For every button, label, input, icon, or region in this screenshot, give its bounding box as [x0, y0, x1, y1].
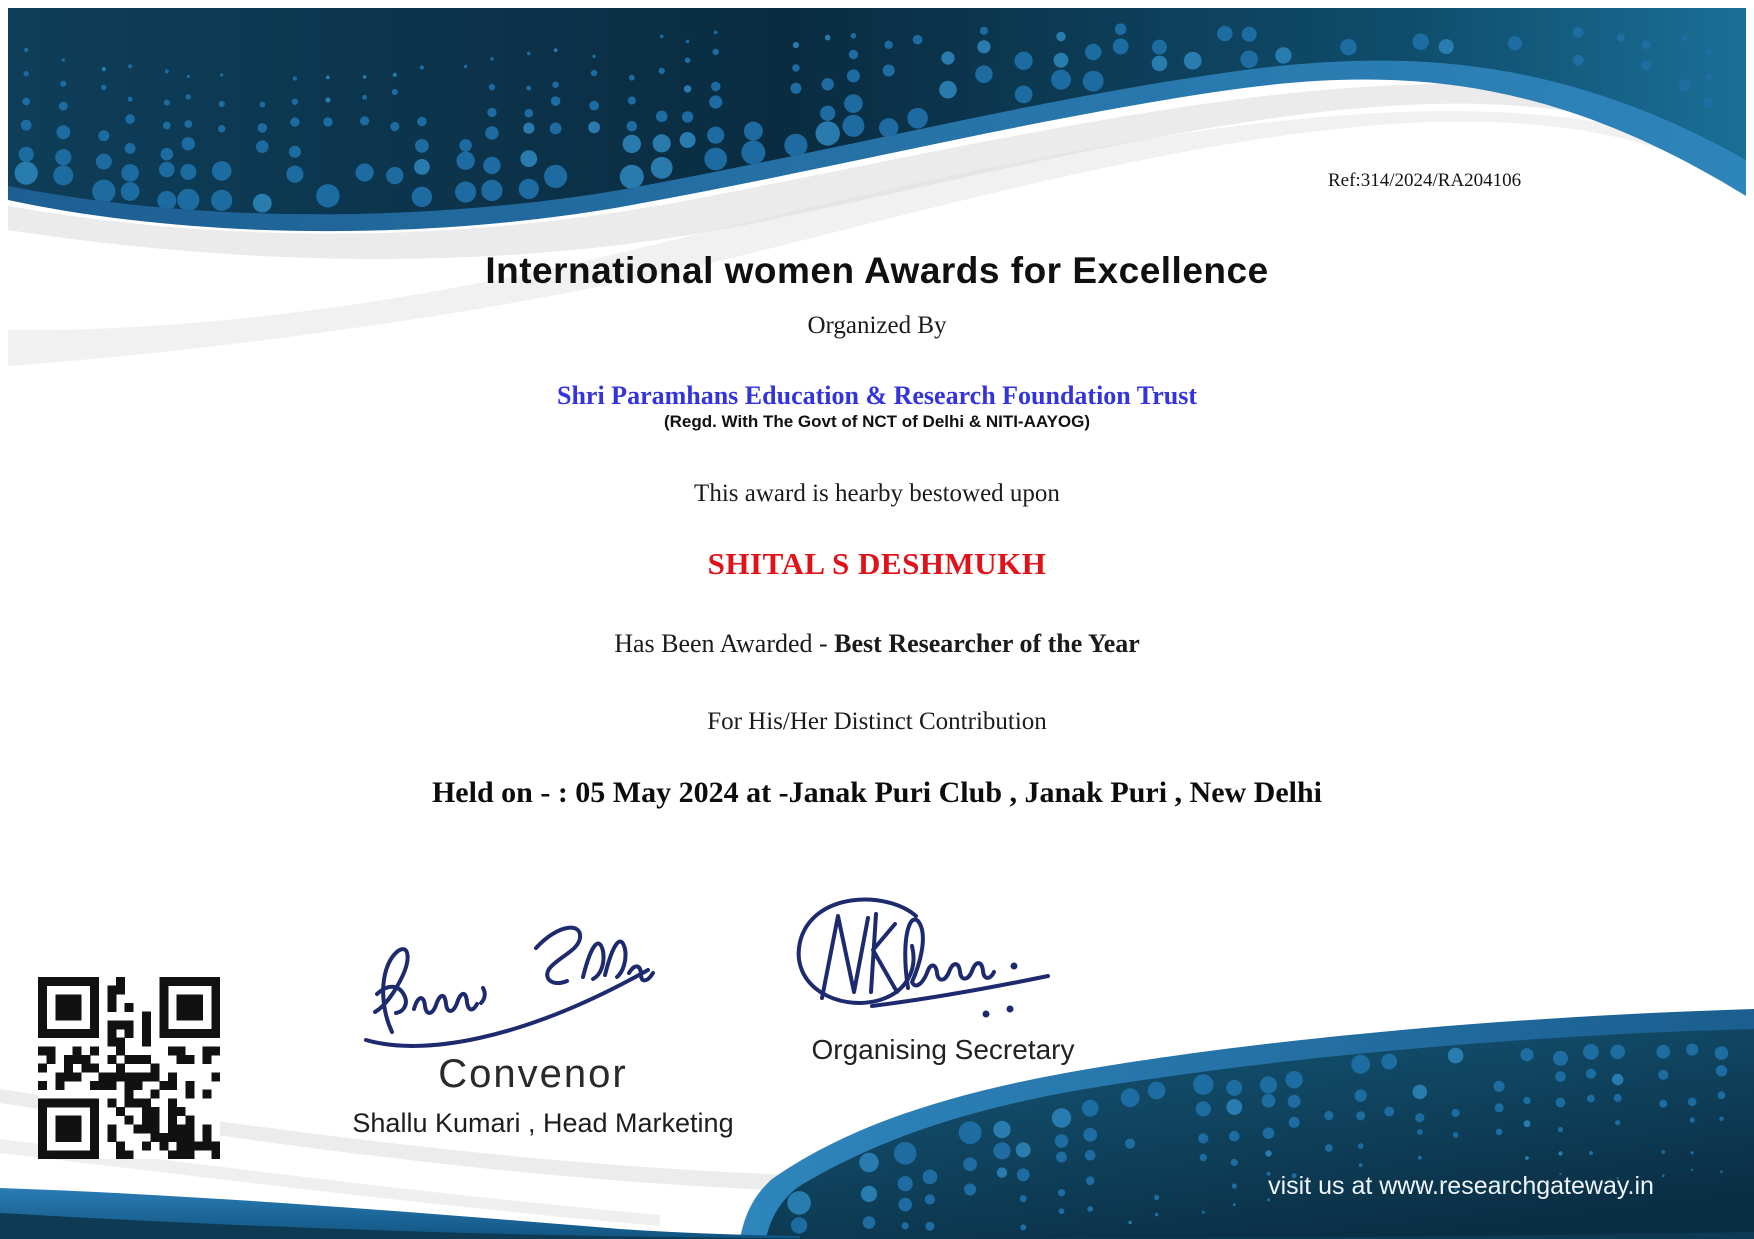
organizer-name: Shri Paramhans Education & Research Foun… [557, 381, 1197, 410]
bestowed-line: This award is hearby bestowed upon [694, 480, 1060, 507]
secretary-role-label: Organising Secretary [811, 1034, 1075, 1065]
certificate: Ref:314/2024/RA204106 International wome… [0, 0, 1754, 1239]
certificate-title: International women Awards for Excellenc… [485, 250, 1269, 291]
convenor-detail: Shallu Kumari , Head Marketing [352, 1108, 734, 1138]
qr-code [38, 977, 220, 1159]
recipient-name: SHITAL S DESHMUKH [707, 546, 1047, 581]
top-wave-decoration [8, 8, 1746, 367]
award-title: Best Researcher of the Year [834, 629, 1140, 658]
reference-number: Ref:314/2024/RA204106 [1328, 170, 1522, 191]
organized-by-label: Organized By [807, 312, 947, 339]
event-line: Held on - : 05 May 2024 at -Janak Puri C… [431, 776, 1323, 809]
award-line: Has Been Awarded - Best Researcher of th… [0, 629, 1754, 659]
organizer-registration: (Regd. With The Govt of NCT of Delhi & N… [663, 412, 1091, 431]
footer-website-text: visit us at www.researchgateway.in [1268, 1172, 1654, 1200]
contribution-line: For His/Her Distinct Contribution [707, 708, 1047, 735]
convenor-role-label: Convenor [438, 1052, 628, 1096]
award-prefix: Has Been Awarded - [614, 629, 835, 658]
